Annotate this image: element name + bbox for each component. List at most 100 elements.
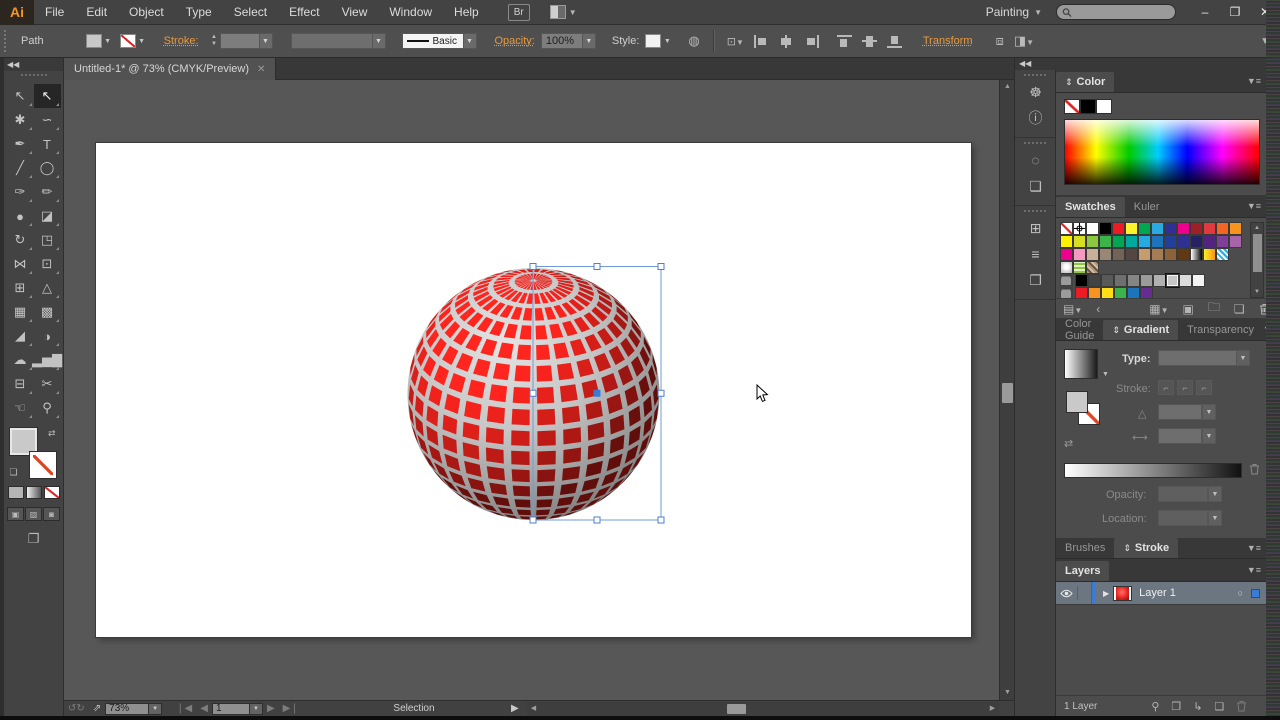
- navigator-icon[interactable]: ☸: [1015, 79, 1056, 105]
- hand-tool[interactable]: ☜: [7, 396, 34, 420]
- swatch[interactable]: [1114, 274, 1127, 287]
- swatch[interactable]: [1125, 222, 1138, 235]
- new-layer-icon[interactable]: ❏: [1215, 700, 1225, 713]
- swatch[interactable]: [1086, 248, 1099, 261]
- show-swatch-kinds-icon[interactable]: ▦▼: [1149, 302, 1168, 316]
- fill-color-swatch[interactable]: [85, 34, 102, 48]
- control-bar-grip[interactable]: [4, 30, 9, 52]
- swatch[interactable]: [1075, 274, 1088, 287]
- gradient-mode-button[interactable]: [25, 486, 42, 499]
- delete-layer-icon[interactable]: [1236, 700, 1247, 712]
- free-transform-tool[interactable]: ⊡: [34, 252, 61, 276]
- swatch[interactable]: [1190, 235, 1203, 248]
- ellipse-tool[interactable]: ◯: [34, 156, 61, 180]
- scroll-up-icon[interactable]: ▲: [1251, 223, 1263, 233]
- swatch-registration[interactable]: [1073, 222, 1086, 235]
- swatch[interactable]: [1164, 235, 1177, 248]
- mesh-tool[interactable]: ▦: [7, 300, 34, 324]
- eraser-tool[interactable]: ◪: [34, 204, 61, 228]
- align-horizontal-left-button[interactable]: [753, 34, 769, 48]
- brush-definition-field[interactable]: [290, 33, 373, 49]
- paintbrush-tool[interactable]: ✑: [7, 180, 34, 204]
- stroke-across-icon[interactable]: ⌐: [1196, 380, 1212, 395]
- kuler-panel-icon[interactable]: ‹: [1096, 302, 1100, 316]
- selection-indicator[interactable]: [1251, 588, 1260, 598]
- type-tool[interactable]: T: [34, 132, 61, 156]
- gradient-fill-proxy[interactable]: [1066, 391, 1088, 413]
- angle-dropdown[interactable]: ▼: [1202, 404, 1216, 420]
- pencil-tool[interactable]: ✏: [34, 180, 61, 204]
- info-icon[interactable]: ⓘ: [1015, 105, 1056, 131]
- pen-tool[interactable]: ✒: [7, 132, 34, 156]
- align-vertical-top-button[interactable]: [836, 34, 852, 48]
- scroll-right-icon[interactable]: ▶: [986, 702, 999, 716]
- restore-button[interactable]: ❐: [1220, 0, 1250, 24]
- gradient-type-dropdown[interactable]: ▼: [1236, 350, 1250, 366]
- stroke-within-icon[interactable]: ⌐: [1158, 380, 1174, 395]
- expand-triangle-icon[interactable]: ▶: [1103, 589, 1109, 598]
- swatch[interactable]: [1177, 235, 1190, 248]
- next-artboard-icon[interactable]: ▶: [267, 703, 275, 714]
- new-color-group-icon[interactable]: 🗀: [1208, 298, 1220, 319]
- swatch[interactable]: [1112, 222, 1125, 235]
- line-segment-tool[interactable]: ╱: [7, 156, 34, 180]
- color-spectrum[interactable]: [1064, 119, 1260, 185]
- gradient-thumb-dropdown[interactable]: ▼: [1102, 371, 1109, 378]
- search-box[interactable]: [1056, 4, 1176, 20]
- panel-menu-icon[interactable]: ▼≡: [1247, 543, 1261, 553]
- stroke-along-icon[interactable]: ⌐: [1177, 380, 1193, 395]
- swatch-gradient[interactable]: [1203, 248, 1216, 261]
- swatch[interactable]: [1138, 248, 1151, 261]
- swatch[interactable]: [1060, 235, 1073, 248]
- swap-fill-stroke-icon[interactable]: ⇄: [48, 428, 56, 439]
- artboard-field[interactable]: 1: [211, 702, 250, 715]
- menu-help[interactable]: Help: [443, 0, 490, 24]
- target-circle-icon[interactable]: ○: [1238, 588, 1243, 598]
- vertical-scroll-thumb[interactable]: [1002, 383, 1013, 403]
- swatch-options-icon[interactable]: ▣: [1183, 302, 1194, 316]
- stop-opacity-field[interactable]: [1158, 486, 1208, 502]
- swatch-pattern[interactable]: [1086, 261, 1099, 274]
- color-mode-button[interactable]: [7, 486, 24, 499]
- tab-color[interactable]: ⇕ Color: [1056, 72, 1115, 92]
- swatch[interactable]: [1140, 274, 1153, 287]
- width-tool[interactable]: ⋈: [7, 252, 34, 276]
- swatch[interactable]: [1203, 235, 1216, 248]
- menu-select[interactable]: Select: [223, 0, 278, 24]
- menu-type[interactable]: Type: [175, 0, 223, 24]
- draw-behind-button[interactable]: ▨: [25, 507, 42, 521]
- first-artboard-icon[interactable]: ❘◀: [176, 703, 192, 714]
- tab-layers[interactable]: Layers: [1056, 561, 1110, 581]
- align-to-selection-icon[interactable]: ⊡▼: [727, 35, 744, 48]
- swatch[interactable]: [1216, 235, 1229, 248]
- swatch[interactable]: [1073, 235, 1086, 248]
- swatch[interactable]: [1138, 222, 1151, 235]
- artboards-icon[interactable]: ⊞: [1015, 215, 1056, 241]
- tab-stroke[interactable]: ⇕ Stroke: [1114, 538, 1179, 558]
- swatch-selected[interactable]: [1165, 273, 1180, 288]
- tab-transparency[interactable]: Transparency: [1178, 320, 1263, 340]
- tab-swatches[interactable]: Swatches: [1056, 197, 1125, 217]
- pathfinder-icon[interactable]: ❐: [1015, 267, 1056, 293]
- direct-selection-tool[interactable]: ↖: [33, 84, 61, 108]
- scroll-down-icon[interactable]: ▼: [1251, 287, 1263, 297]
- tab-close-icon[interactable]: ✕: [257, 64, 265, 75]
- tools-collapse-button[interactable]: ◀◀: [4, 58, 63, 71]
- vertical-scrollbar[interactable]: ▲ ▼: [999, 80, 1014, 700]
- swatches-scrollbar[interactable]: ▲ ▼: [1250, 222, 1264, 298]
- lock-toggle-cell[interactable]: [1078, 582, 1092, 604]
- swatch-gradient[interactable]: [1190, 248, 1203, 261]
- last-artboard-icon[interactable]: ▶❘: [283, 703, 299, 714]
- scroll-up-icon[interactable]: ▲: [1000, 80, 1015, 94]
- variable-width-profile[interactable]: Basic: [401, 33, 464, 49]
- bounding-box-icon[interactable]: ⧈: [996, 33, 1004, 49]
- menu-view[interactable]: View: [331, 0, 379, 24]
- stroke-weight-stepper[interactable]: ▲ ▼: [209, 32, 220, 50]
- swatch[interactable]: [1101, 274, 1114, 287]
- swatch-none[interactable]: [1060, 222, 1073, 235]
- opacity-field[interactable]: 100%: [540, 33, 583, 49]
- swatch[interactable]: [1138, 235, 1151, 248]
- opacity-link[interactable]: Opacity:: [495, 35, 535, 47]
- menu-object[interactable]: Object: [118, 0, 175, 24]
- draw-normal-button[interactable]: ▣: [7, 507, 24, 521]
